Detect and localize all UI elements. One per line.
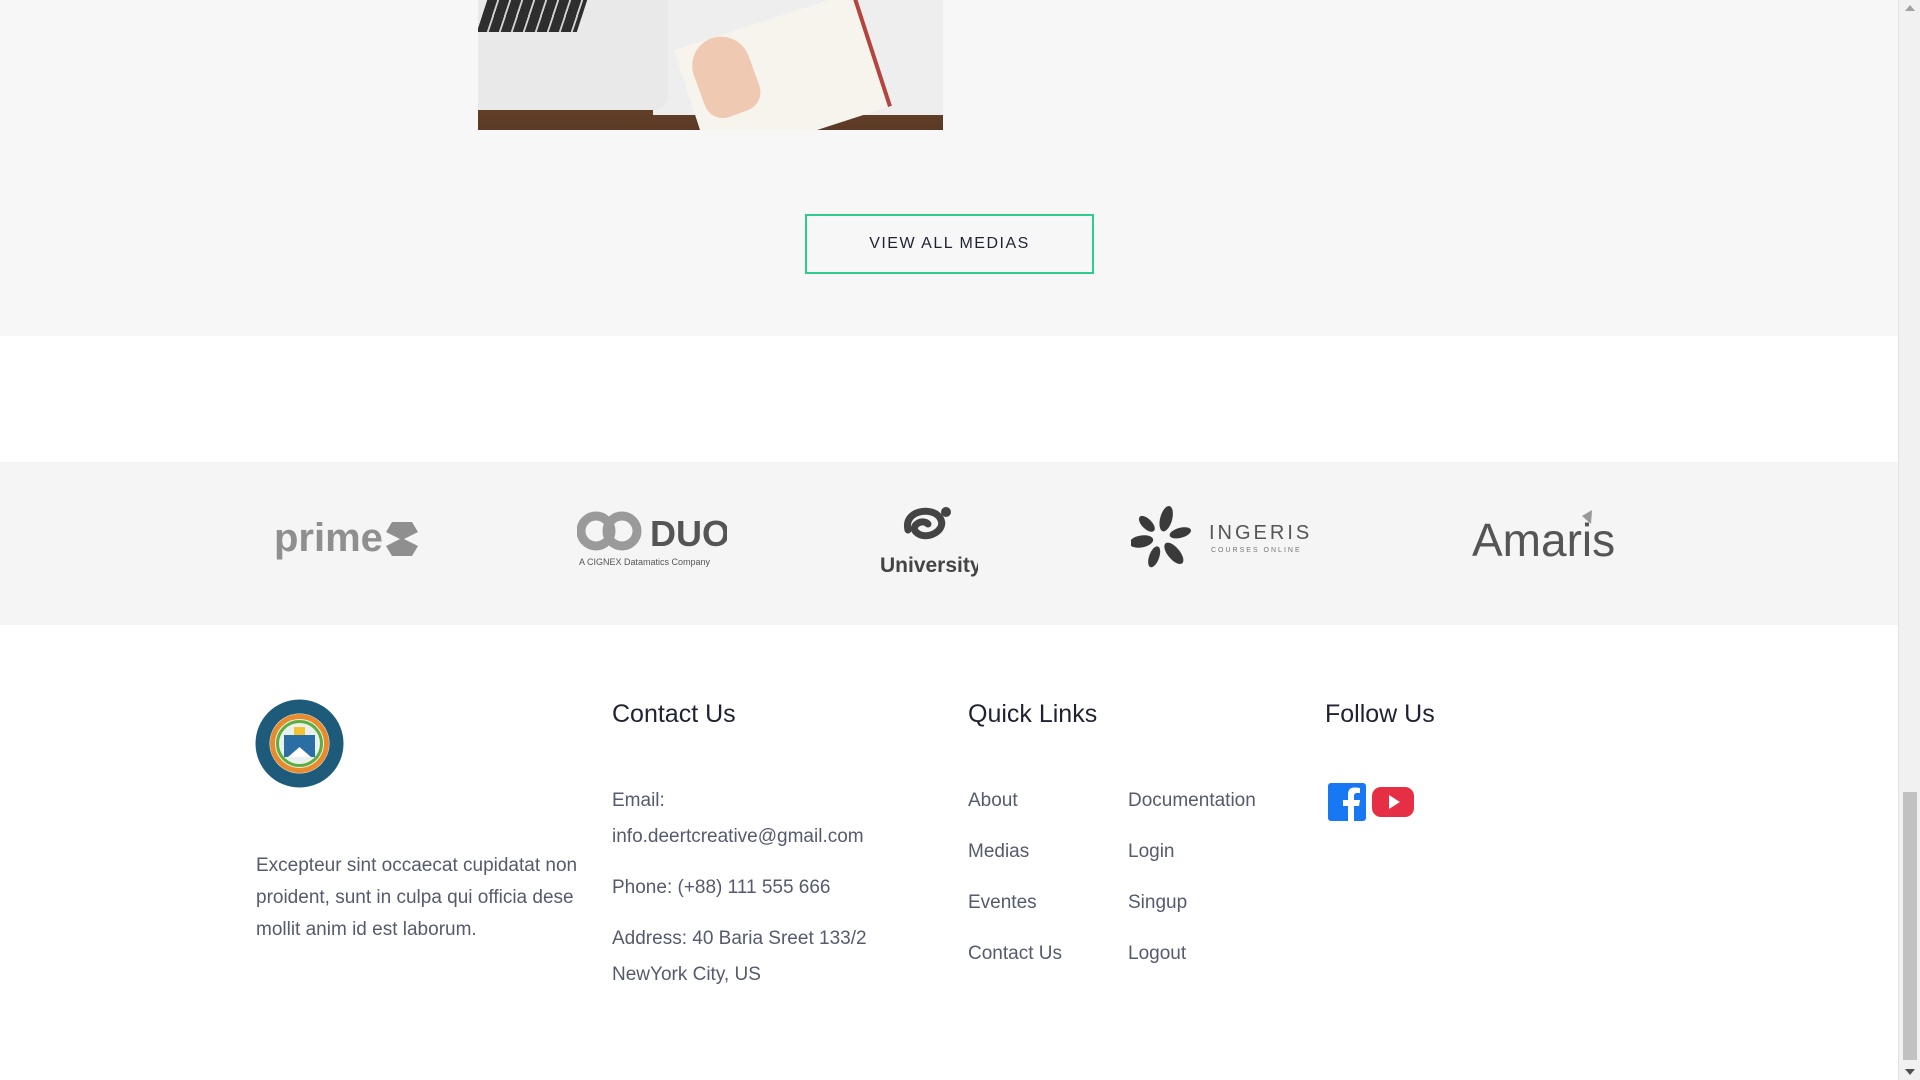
link-eventes[interactable]: Eventes — [968, 885, 1062, 936]
partner-logo-subtext: COURSES ONLINE — [1211, 547, 1302, 554]
social-icons — [1327, 782, 1415, 827]
link-documentation[interactable]: Documentation — [1128, 783, 1256, 834]
link-contact-us[interactable]: Contact Us — [968, 936, 1062, 987]
partner-logo-subtext: A CIGNEX Datamatics Company — [579, 557, 711, 567]
partner-logo-text: Amaris — [1472, 514, 1615, 566]
email-label: Email: — [612, 790, 665, 811]
partner-logo-duo[interactable]: DUO A CIGNEX Datamatics Company — [577, 507, 727, 572]
link-login[interactable]: Login — [1128, 834, 1256, 885]
link-logout[interactable]: Logout — [1128, 936, 1256, 987]
contact-info: Email: info.deertcreative@gmail.com Phon… — [612, 783, 932, 1008]
site-footer: Excepteur sint occaecat cupidatat non pr… — [0, 625, 1898, 1080]
partner-logo-university[interactable]: University — [878, 500, 978, 580]
quick-links-col-2: Documentation Login Singup Logout — [1128, 783, 1256, 987]
email-link[interactable]: info.deertcreative@gmail.com — [612, 819, 932, 855]
quick-links-col-1: About Medias Eventes Contact Us — [968, 783, 1062, 987]
address-line-1: Address: 40 Baria Sreet 133/2 — [612, 928, 867, 949]
college-logo[interactable] — [255, 699, 344, 788]
address-line-2: NewYork City, US — [612, 964, 761, 985]
partner-logo-amaris[interactable]: Amaris — [1470, 508, 1630, 568]
link-medias[interactable]: Medias — [968, 834, 1062, 885]
follow-us-heading: Follow Us — [1325, 700, 1435, 728]
partner-logo-text: DUO — [650, 513, 727, 554]
facebook-icon[interactable] — [1327, 782, 1367, 827]
section-spacer — [0, 336, 1898, 462]
vertical-scrollbar[interactable] — [1898, 0, 1920, 1080]
partner-logo-text: INGERIS — [1209, 522, 1312, 544]
partner-logo-prime[interactable]: prime — [274, 514, 424, 564]
footer-about-text: Excepteur sint occaecat cupidatat non pr… — [256, 855, 578, 940]
link-singup[interactable]: Singup — [1128, 885, 1256, 936]
phone-text: Phone: (+88) 111 555 666 — [612, 877, 831, 898]
partner-logo-ingeris[interactable]: INGERIS COURSES ONLINE — [1131, 502, 1321, 577]
view-all-medias-button[interactable]: VIEW ALL MEDIAS — [805, 214, 1094, 274]
contact-us-heading: Contact Us — [612, 700, 736, 728]
partner-logo-text: University — [880, 554, 978, 577]
page: VIEW ALL MEDIAS prime DUO A CIGNEX Datam… — [0, 0, 1898, 1080]
partner-logo-text: prime — [274, 516, 383, 560]
youtube-icon[interactable] — [1371, 785, 1415, 824]
scroll-down-arrow-icon[interactable] — [1905, 1069, 1915, 1075]
media-thumbnail-image[interactable] — [478, 0, 943, 130]
scroll-up-arrow-icon[interactable] — [1905, 5, 1915, 11]
quick-links-heading: Quick Links — [968, 700, 1098, 728]
link-about[interactable]: About — [968, 783, 1062, 834]
partners-strip: prime DUO A CIGNEX Datamatics Company Un… — [0, 462, 1898, 625]
scrollbar-thumb[interactable] — [1903, 792, 1917, 1060]
media-section: VIEW ALL MEDIAS — [0, 0, 1898, 336]
